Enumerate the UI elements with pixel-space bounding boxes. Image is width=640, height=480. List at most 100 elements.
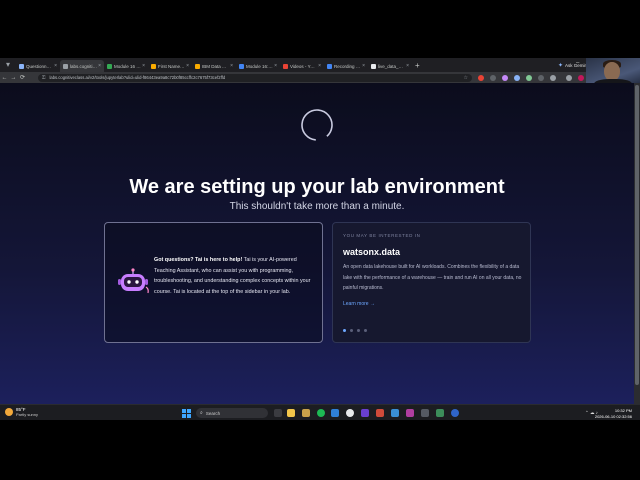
tai-help-heading: Got questions? Tai is here to help! bbox=[154, 257, 243, 263]
carousel-dot[interactable] bbox=[350, 329, 353, 332]
extension-icon[interactable] bbox=[514, 75, 520, 81]
tab-close-icon[interactable]: × bbox=[98, 63, 101, 69]
spotify-icon[interactable] bbox=[317, 409, 325, 417]
tab-close-icon[interactable]: × bbox=[274, 63, 277, 69]
tab-favicon-icon bbox=[283, 63, 288, 69]
tab-favicon-icon bbox=[239, 63, 244, 69]
lab-loading-page: We are setting up your lab environment T… bbox=[0, 83, 634, 420]
tab-title: Module 16: Big In... bbox=[246, 63, 273, 69]
tab-close-icon[interactable]: × bbox=[142, 63, 145, 69]
browser-tab[interactable]: First Name Last N...× bbox=[148, 60, 192, 72]
extension-icon[interactable] bbox=[478, 75, 484, 81]
tab-favicon-icon bbox=[107, 63, 112, 69]
tab-title: Questionnaire Pr... bbox=[26, 63, 54, 69]
tab-favicon-icon bbox=[63, 63, 68, 69]
app-icon[interactable] bbox=[436, 409, 444, 417]
tab-close-icon[interactable]: × bbox=[406, 63, 409, 69]
app-icon[interactable] bbox=[406, 409, 414, 417]
windows-taskbar: 85°F Partly sunny ⌕ Search ⌃ ☁ ♪ 10:32 P… bbox=[0, 404, 640, 420]
browser-toolbar: ← → ⟳ ⚿ labs.cognitiveclass.ai/v2/tools/… bbox=[0, 72, 586, 83]
app-icon[interactable] bbox=[391, 409, 399, 417]
tab-title: labs.cognitiveclas... bbox=[70, 63, 98, 69]
browser-tab[interactable]: Videos - YouTube× bbox=[280, 60, 324, 72]
app-icon[interactable] bbox=[376, 409, 384, 417]
file-explorer-icon[interactable] bbox=[287, 409, 295, 417]
task-view-icon[interactable] bbox=[274, 409, 282, 417]
folder-icon[interactable] bbox=[302, 409, 310, 417]
browser-tab[interactable]: live_data_science...× bbox=[368, 60, 412, 72]
sun-icon bbox=[5, 408, 13, 416]
tab-favicon-icon bbox=[371, 63, 376, 69]
site-info-icon[interactable]: ⚿ bbox=[42, 75, 45, 80]
bookmark-star-icon[interactable]: ☆ bbox=[464, 75, 468, 81]
tab-close-icon[interactable]: × bbox=[54, 63, 57, 69]
minimize-icon[interactable]: – bbox=[576, 60, 579, 66]
tab-title: Module 16 - Goo... bbox=[114, 63, 141, 69]
browser-tab[interactable]: Module 16: Big In...× bbox=[236, 60, 280, 72]
app-icon[interactable] bbox=[451, 409, 459, 417]
tab-close-icon[interactable]: × bbox=[362, 63, 365, 69]
tabs: Questionnaire Pr...×labs.cognitiveclas..… bbox=[16, 58, 412, 72]
profile-avatar[interactable] bbox=[578, 75, 584, 81]
screen: ▾ Questionnaire Pr...×labs.cognitiveclas… bbox=[0, 0, 640, 480]
tab-search-icon[interactable]: ▾ bbox=[3, 60, 13, 70]
back-button[interactable]: ← bbox=[0, 75, 9, 81]
taskbar-search-placeholder: Search bbox=[205, 410, 221, 416]
extension-icon[interactable] bbox=[502, 75, 508, 81]
tab-close-icon[interactable]: × bbox=[186, 63, 189, 69]
app-icon[interactable] bbox=[361, 409, 369, 417]
tab-favicon-icon bbox=[19, 63, 24, 69]
carousel-dot[interactable] bbox=[343, 329, 346, 332]
carousel-dot[interactable] bbox=[364, 329, 367, 332]
tab-title: Recording Inform... bbox=[334, 63, 361, 69]
reload-button[interactable]: ⟳ bbox=[18, 74, 27, 81]
clock[interactable]: 10:32 PM 2026-06-10 02:32:56 bbox=[595, 408, 632, 419]
browser-tab[interactable]: Recording Inform...× bbox=[324, 60, 368, 72]
browser-window: ▾ Questionnaire Pr...×labs.cognitiveclas… bbox=[0, 58, 640, 420]
carousel-dot[interactable] bbox=[357, 329, 360, 332]
loading-spinner-icon bbox=[301, 109, 333, 141]
extension-icon[interactable] bbox=[490, 75, 496, 81]
vscode-icon[interactable] bbox=[331, 409, 339, 417]
extension-icon[interactable] bbox=[526, 75, 532, 81]
extensions-puzzle-icon[interactable] bbox=[538, 75, 544, 81]
forward-button[interactable]: → bbox=[9, 75, 18, 81]
weather-condition: Partly sunny bbox=[16, 412, 39, 417]
chrome-icon[interactable] bbox=[346, 409, 354, 417]
browser-tab[interactable]: Questionnaire Pr...× bbox=[16, 60, 60, 72]
browser-tab[interactable]: IBM Data Analyst× bbox=[192, 60, 236, 72]
ask-gemini-button[interactable]: ✦ Ask Gemini bbox=[558, 61, 588, 69]
promo-card: YOU MAY BE INTERESTED IN watsonx.data An… bbox=[332, 222, 531, 343]
tab-favicon-icon bbox=[327, 63, 332, 69]
start-button[interactable] bbox=[182, 409, 191, 418]
page-title: We are setting up your lab environment bbox=[129, 176, 505, 198]
weather-widget[interactable]: 85°F Partly sunny bbox=[5, 407, 38, 417]
clock-date: 2026-06-10 02:32:56 bbox=[594, 413, 632, 419]
page-scrollbar[interactable] bbox=[634, 83, 640, 420]
carousel-dots bbox=[343, 329, 367, 332]
url-text: labs.cognitiveclass.ai/v2/tools/jupyterl… bbox=[49, 75, 226, 80]
tab-close-icon[interactable]: × bbox=[230, 63, 233, 69]
taskbar-search[interactable]: ⌕ Search bbox=[196, 408, 268, 418]
tab-favicon-icon bbox=[195, 63, 200, 69]
downloads-icon[interactable] bbox=[566, 75, 572, 81]
tab-close-icon[interactable]: × bbox=[318, 63, 321, 69]
promo-eyebrow: YOU MAY BE INTERESTED IN bbox=[343, 233, 421, 238]
page-subtitle: This shouldn't take more than a minute. bbox=[229, 201, 405, 212]
new-tab-button[interactable]: + bbox=[415, 61, 420, 70]
tai-robot-icon bbox=[118, 268, 149, 294]
gemini-icon: ✦ bbox=[558, 62, 564, 69]
scrollbar-thumb[interactable] bbox=[635, 85, 639, 385]
tab-title: live_data_science... bbox=[378, 63, 405, 69]
tab-title: Videos - YouTube bbox=[290, 63, 317, 69]
tab-title: First Name Last N... bbox=[158, 63, 185, 69]
tai-help-text: Got questions? Tai is here to help! Tai … bbox=[154, 255, 317, 297]
address-bar[interactable]: ⚿ labs.cognitiveclass.ai/v2/tools/jupyte… bbox=[38, 73, 472, 82]
sidebar-icon[interactable] bbox=[550, 75, 556, 81]
browser-tab[interactable]: Module 16 - Goo...× bbox=[104, 60, 148, 72]
app-icon[interactable] bbox=[421, 409, 429, 417]
tab-favicon-icon bbox=[151, 63, 156, 69]
learn-more-link[interactable]: Learn more → bbox=[343, 301, 375, 307]
tai-help-card: Got questions? Tai is here to help! Tai … bbox=[104, 222, 323, 343]
browser-tab[interactable]: labs.cognitiveclas...× bbox=[60, 60, 104, 72]
